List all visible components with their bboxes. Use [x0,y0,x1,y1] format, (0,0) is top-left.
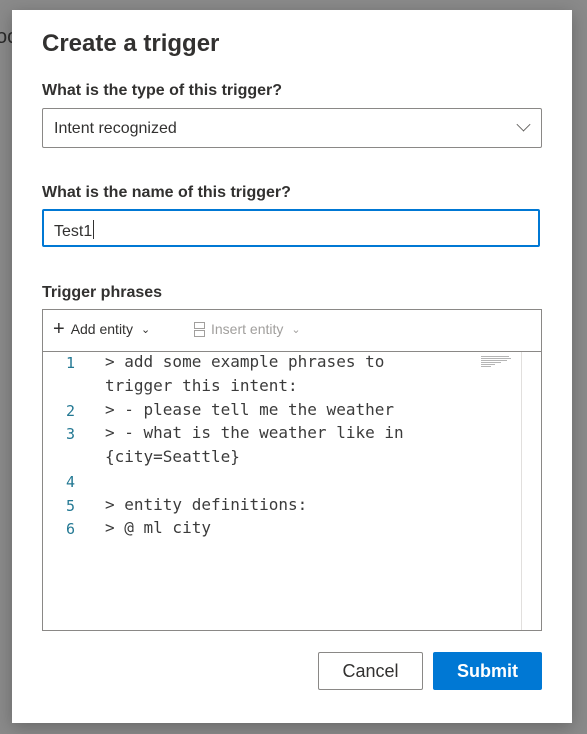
code-line: 5 > entity definitions: [43,495,521,519]
chevron-down-icon: ⌄ [140,323,151,336]
insert-entity-icon [189,322,205,337]
line-text: {city=Seattle} [105,447,240,466]
dialog-title: Create a trigger [42,30,220,57]
trigger-phrases-editor[interactable]: + Add entity ⌄ Insert entity ⌄ 1 > add s… [42,309,542,631]
line-text: > add some example phrases to [105,352,385,371]
cancel-button[interactable]: Cancel [318,652,423,690]
line-text: > - please tell me the weather [105,400,394,419]
create-trigger-dialog: Create a trigger What is the type of thi… [12,10,572,723]
add-entity-button[interactable]: + Add entity ⌄ [53,318,151,340]
chevron-down-icon [516,117,531,132]
insert-entity-button[interactable]: Insert entity ⌄ [189,321,301,337]
code-line: trigger this intent: [43,376,521,400]
trigger-type-label: What is the type of this trigger? [42,82,283,99]
chevron-down-icon: ⌄ [291,323,301,336]
submit-button[interactable]: Submit [433,652,542,690]
line-text: > @ ml city [105,518,211,537]
code-line: 3 > - what is the weather like in [43,423,521,447]
editor-toolbar: + Add entity ⌄ Insert entity ⌄ [43,310,541,352]
trigger-name-label: What is the name of this trigger? [42,184,291,201]
line-number: 3 [65,425,75,443]
code-line: 4 [43,471,521,495]
plus-icon: + [53,318,65,340]
line-number: 2 [65,402,75,420]
line-number: 1 [65,354,75,372]
insert-entity-label: Insert entity [211,321,284,337]
text-caret [93,220,95,239]
line-text: > entity definitions: [105,495,308,514]
line-number: 6 [65,520,75,538]
code-line: 6 > @ ml city [43,518,521,542]
editor-minimap[interactable] [481,355,513,373]
trigger-phrases-label: Trigger phrases [42,284,163,301]
code-line: {city=Seattle} [43,447,521,471]
trigger-name-value: Test1 [54,223,93,240]
trigger-type-dropdown[interactable]: Intent recognized [42,108,542,148]
add-entity-label: Add entity [70,321,133,337]
code-area[interactable]: 1 > add some example phrases to trigger … [43,352,521,630]
line-number: 4 [65,473,75,491]
editor-scrollbar[interactable] [521,352,522,630]
trigger-name-input[interactable]: Test1 [42,209,540,247]
line-text: trigger this intent: [105,376,298,395]
trigger-type-value: Intent recognized [54,120,177,137]
code-line: 2 > - please tell me the weather [43,400,521,424]
line-number: 5 [65,497,75,515]
line-text: > - what is the weather like in [105,423,404,442]
code-line: 1 > add some example phrases to [43,352,521,376]
